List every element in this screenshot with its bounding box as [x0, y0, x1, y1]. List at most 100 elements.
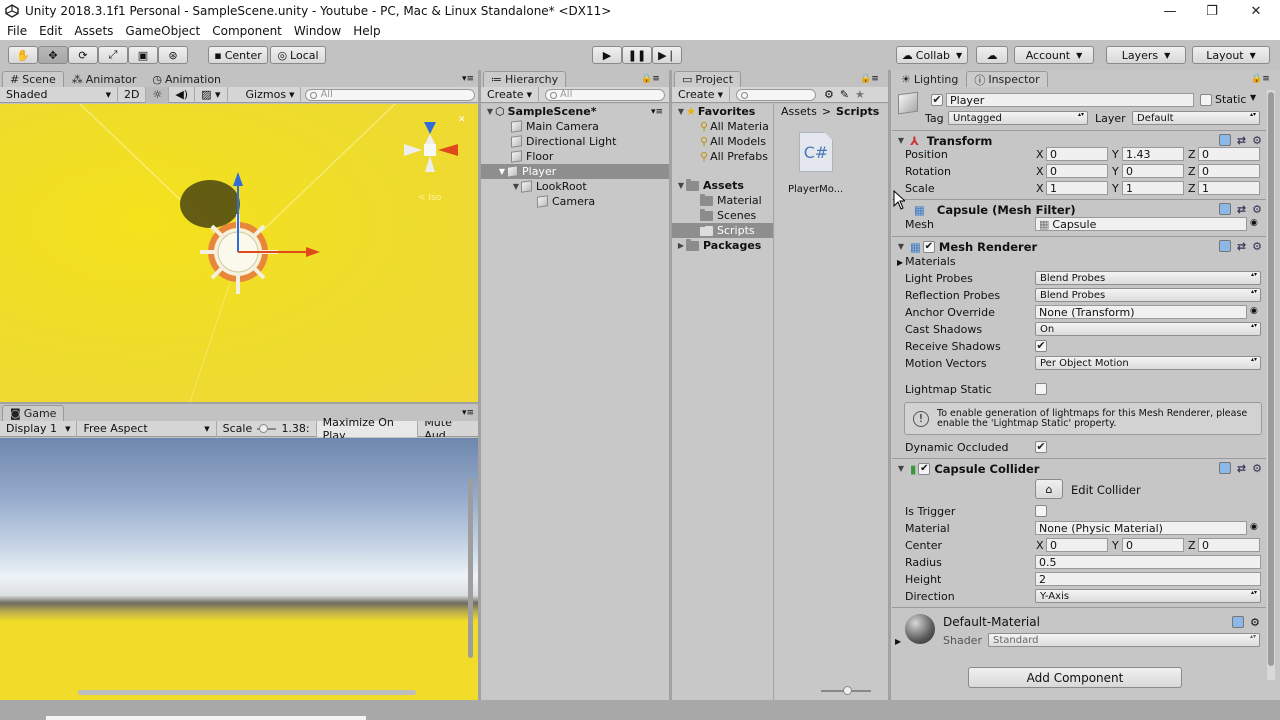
- breadcrumb-scripts[interactable]: Scripts: [836, 105, 879, 118]
- gear-icon[interactable]: ⚙: [1252, 134, 1262, 147]
- tab-hierarchy[interactable]: ≔ Hierarchy: [483, 71, 567, 87]
- position-z-field[interactable]: 0: [1198, 147, 1260, 161]
- scale-y-field[interactable]: 1: [1122, 181, 1184, 195]
- menu-gameobject[interactable]: GameObject: [119, 24, 206, 38]
- mesh-renderer-header[interactable]: ▼ ▦ ✔ Mesh Renderer ⇄ ⚙: [892, 236, 1266, 256]
- display-dropdown[interactable]: Display 1 ▼: [0, 420, 78, 437]
- panel-menu-icon[interactable]: ▾≡: [462, 74, 474, 84]
- hierarchy-item-main-camera[interactable]: Main Camera: [511, 119, 599, 134]
- lock-icon[interactable]: 🔒≡: [860, 74, 879, 84]
- folder-scenes[interactable]: Scenes: [700, 208, 756, 223]
- reflection-probes-dropdown[interactable]: Blend Probes: [1035, 288, 1261, 302]
- fav-item-materials[interactable]: ⚲ All Materia: [700, 119, 769, 134]
- center-y-field[interactable]: 0: [1122, 538, 1184, 552]
- tab-lighting[interactable]: ☀ Lighting: [893, 71, 966, 87]
- folder-scripts[interactable]: Scripts: [672, 223, 773, 238]
- motion-vectors-dropdown[interactable]: Per Object Motion: [1035, 356, 1261, 370]
- hierarchy-item-floor[interactable]: Floor: [511, 149, 553, 164]
- mesh-field[interactable]: ▦ Capsule: [1035, 217, 1247, 231]
- tag-dropdown[interactable]: Untagged: [948, 111, 1088, 125]
- tab-scene[interactable]: # Scene: [2, 71, 64, 87]
- fav-item-models[interactable]: ⚲ All Models: [700, 134, 766, 149]
- hierarchy-search-input[interactable]: All: [544, 88, 665, 101]
- favorite-star-icon[interactable]: ★: [855, 88, 865, 101]
- close-icon[interactable]: ✕: [1234, 0, 1278, 22]
- scene-root-item[interactable]: ▼ ⬡ SampleScene* ▾≡: [485, 104, 667, 119]
- center-z-field[interactable]: 0: [1198, 538, 1260, 552]
- move-tool-button[interactable]: ✥: [38, 46, 68, 64]
- rotation-z-field[interactable]: 0: [1198, 164, 1260, 178]
- lightmap-static-checkbox[interactable]: [1035, 383, 1047, 395]
- icon-size-slider[interactable]: [821, 686, 871, 695]
- tab-inspector[interactable]: ⓘ Inspector: [966, 71, 1048, 87]
- script-file-name[interactable]: PlayerMo...: [788, 184, 843, 195]
- folder-material[interactable]: Material: [700, 193, 762, 208]
- anchor-override-field[interactable]: None (Transform): [1035, 305, 1247, 319]
- preset-icon[interactable]: ⇄: [1237, 462, 1246, 475]
- lock-icon[interactable]: 🔒≡: [641, 74, 660, 84]
- gear-icon[interactable]: ⚙: [1252, 240, 1262, 253]
- rotation-x-field[interactable]: 0: [1046, 164, 1108, 178]
- breadcrumb-assets[interactable]: Assets: [781, 105, 817, 118]
- hierarchy-item-lookroot[interactable]: ▼ LookRoot: [511, 179, 587, 194]
- preset-icon[interactable]: ⇄: [1237, 203, 1246, 216]
- assets-section[interactable]: ▼ Assets: [676, 178, 744, 193]
- game-horizontal-scrollbar[interactable]: [78, 690, 416, 695]
- collider-material-field[interactable]: None (Physic Material): [1035, 521, 1247, 535]
- minimize-icon[interactable]: —: [1148, 0, 1192, 22]
- menu-help[interactable]: Help: [347, 24, 386, 38]
- menu-assets[interactable]: Assets: [68, 24, 119, 38]
- center-x-field[interactable]: 0: [1046, 538, 1108, 552]
- cloud-button[interactable]: ☁: [976, 46, 1008, 64]
- gear-icon[interactable]: ⚙: [1252, 203, 1262, 216]
- direction-dropdown[interactable]: Y-Axis: [1035, 589, 1261, 603]
- aspect-dropdown[interactable]: Free Aspect ▼: [77, 420, 217, 437]
- game-vertical-scrollbar[interactable]: [468, 478, 473, 658]
- height-field[interactable]: 2: [1035, 572, 1261, 586]
- pause-button[interactable]: ❚❚: [622, 46, 652, 64]
- capsule-collider-enabled-checkbox[interactable]: ✔: [918, 462, 931, 475]
- menu-edit[interactable]: Edit: [33, 24, 68, 38]
- layers-button[interactable]: Layers ▼: [1106, 46, 1186, 64]
- cast-shadows-dropdown[interactable]: On: [1035, 322, 1261, 336]
- rotate-tool-button[interactable]: ⟳: [68, 46, 98, 64]
- mesh-filter-header[interactable]: ▼ ▦ Capsule (Mesh Filter) ⇄⚙: [892, 199, 1266, 219]
- object-picker-icon[interactable]: ◉: [1250, 522, 1258, 532]
- materials-foldout[interactable]: ▶ Materials: [897, 255, 956, 268]
- preset-icon[interactable]: ⇄: [1237, 240, 1246, 253]
- gear-icon[interactable]: ⚙: [1252, 462, 1262, 475]
- fav-item-prefabs[interactable]: ⚲ All Prefabs: [700, 149, 768, 164]
- inspector-scrollbar[interactable]: [1267, 90, 1275, 680]
- scene-search-input[interactable]: All: [305, 88, 476, 101]
- menu-file[interactable]: File: [0, 24, 33, 38]
- favorites-section[interactable]: ▼ ★ Favorites: [676, 104, 755, 119]
- maximize-on-play-toggle[interactable]: Maximize On Play: [316, 416, 419, 442]
- hierarchy-create-dropdown[interactable]: Create ▼: [481, 86, 539, 103]
- space-local-button[interactable]: ◎ Local: [270, 46, 326, 64]
- material-preview-sphere[interactable]: [905, 614, 935, 644]
- edit-collider-button[interactable]: ⌂: [1035, 479, 1063, 499]
- scale-tool-button[interactable]: ⤢: [98, 46, 128, 64]
- hierarchy-item-camera[interactable]: Camera: [537, 194, 595, 209]
- transform-tool-button[interactable]: ⊛: [158, 46, 188, 64]
- is-trigger-checkbox[interactable]: [1035, 505, 1047, 517]
- radius-field[interactable]: 0.5: [1035, 555, 1261, 569]
- capsule-collider-header[interactable]: ▼ ▮ ✔ Capsule Collider ⇄ ⚙: [892, 458, 1266, 478]
- collab-button[interactable]: ☁ Collab ▼: [896, 46, 968, 64]
- gear-icon[interactable]: ⚙: [1250, 616, 1260, 629]
- hand-tool-button[interactable]: ✋: [8, 46, 38, 64]
- pivot-center-button[interactable]: ▪ Center: [208, 46, 268, 64]
- position-x-field[interactable]: 0: [1046, 147, 1108, 161]
- rect-tool-button[interactable]: ▣: [128, 46, 158, 64]
- restore-icon[interactable]: ❐: [1190, 0, 1234, 22]
- filter-label-icon[interactable]: ✎: [840, 88, 849, 101]
- play-button[interactable]: ▶: [592, 46, 622, 64]
- account-button[interactable]: Account ▼: [1014, 46, 1094, 64]
- lock-icon[interactable]: 🔒≡: [1251, 74, 1270, 84]
- scale-slider[interactable]: Scale 1.38:: [217, 420, 317, 437]
- receive-shadows-checkbox[interactable]: ✔: [1035, 340, 1047, 352]
- packages-section[interactable]: ▶ Packages: [676, 238, 761, 253]
- help-book-icon[interactable]: [1218, 240, 1231, 252]
- tab-game[interactable]: ◙ Game: [2, 405, 65, 421]
- lighting-toggle[interactable]: ☼: [146, 86, 170, 103]
